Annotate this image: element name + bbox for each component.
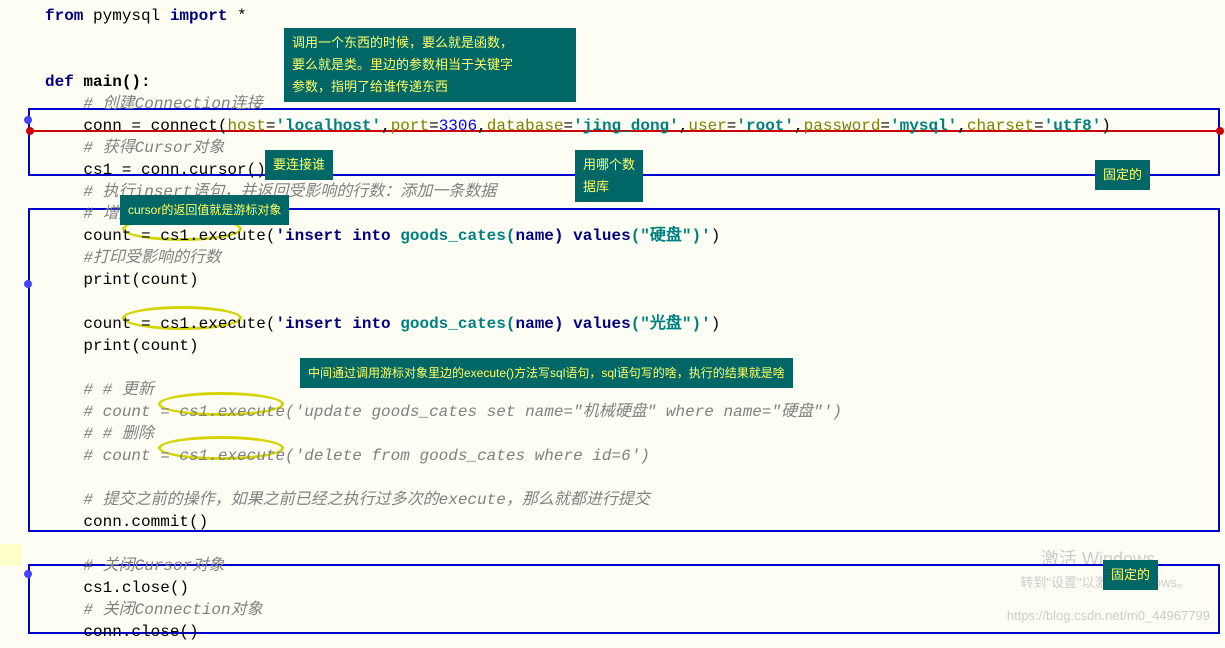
code-line-connect: conn = connect(host='localhost',port=330… xyxy=(45,115,1215,137)
red-dot-right xyxy=(1216,127,1224,135)
blue-dot-2 xyxy=(24,280,32,288)
annotation-fixed-1: 固定的 xyxy=(1095,160,1150,190)
code-line-count1: count = cs1.execute('insert into goods_c… xyxy=(45,225,1215,247)
code-line-cs1-close: cs1.close() xyxy=(45,577,1215,599)
annotation-connect-who: 要连接谁 xyxy=(265,150,333,180)
annotation-top: 调用一个东西的时候，要么就是函数， 要么就是类。里边的参数相当于关键字 参数，指… xyxy=(284,28,576,102)
code-line-def: def main(): xyxy=(45,71,1215,93)
code-line-comment-delete-h: # # 删除 xyxy=(45,423,1215,445)
annotation-which-db: 用哪个数 据库 xyxy=(575,150,643,202)
code-line-comment-commit: # 提交之前的操作，如果之前已经之执行过多次的execute，那么就都进行提交 xyxy=(45,489,1215,511)
code-line-print2: print(count) xyxy=(45,335,1215,357)
code-line-commit: conn.commit() xyxy=(45,511,1215,533)
code-line-print1: print(count) xyxy=(45,269,1215,291)
code-line-comment-close-conn: # 关闭Connection对象 xyxy=(45,599,1215,621)
code-line-import: from pymysql import * xyxy=(45,5,1215,27)
code-line-count2: count = cs1.execute('insert into goods_c… xyxy=(45,313,1215,335)
red-dot-left xyxy=(26,127,34,135)
annotation-fixed-2: 固定的 xyxy=(1103,560,1158,590)
code-editor[interactable]: from pymysql import * def main(): # 创建Co… xyxy=(0,0,1225,648)
annotation-middle: 中间通过调用游标对象里边的execute()方法写sql语句，sql语句写的啥，… xyxy=(300,358,793,388)
code-line-conn-close: conn.close() xyxy=(45,621,1215,643)
blue-dot-1 xyxy=(24,116,32,124)
code-line-comment-update: # count = cs1.execute('update goods_cate… xyxy=(45,401,1215,423)
annotation-cursor-return: cursor的返回值就是游标对象 xyxy=(120,195,289,225)
code-line-comment-conn: # 创建Connection连接 xyxy=(45,93,1215,115)
code-line-comment-print: #打印受影响的行数 xyxy=(45,247,1215,269)
blue-dot-3 xyxy=(24,570,32,578)
code-line-comment-close-cursor: # 关闭Cursor对象 xyxy=(45,555,1215,577)
code-line-comment-delete: # count = cs1.execute('delete from goods… xyxy=(45,445,1215,467)
